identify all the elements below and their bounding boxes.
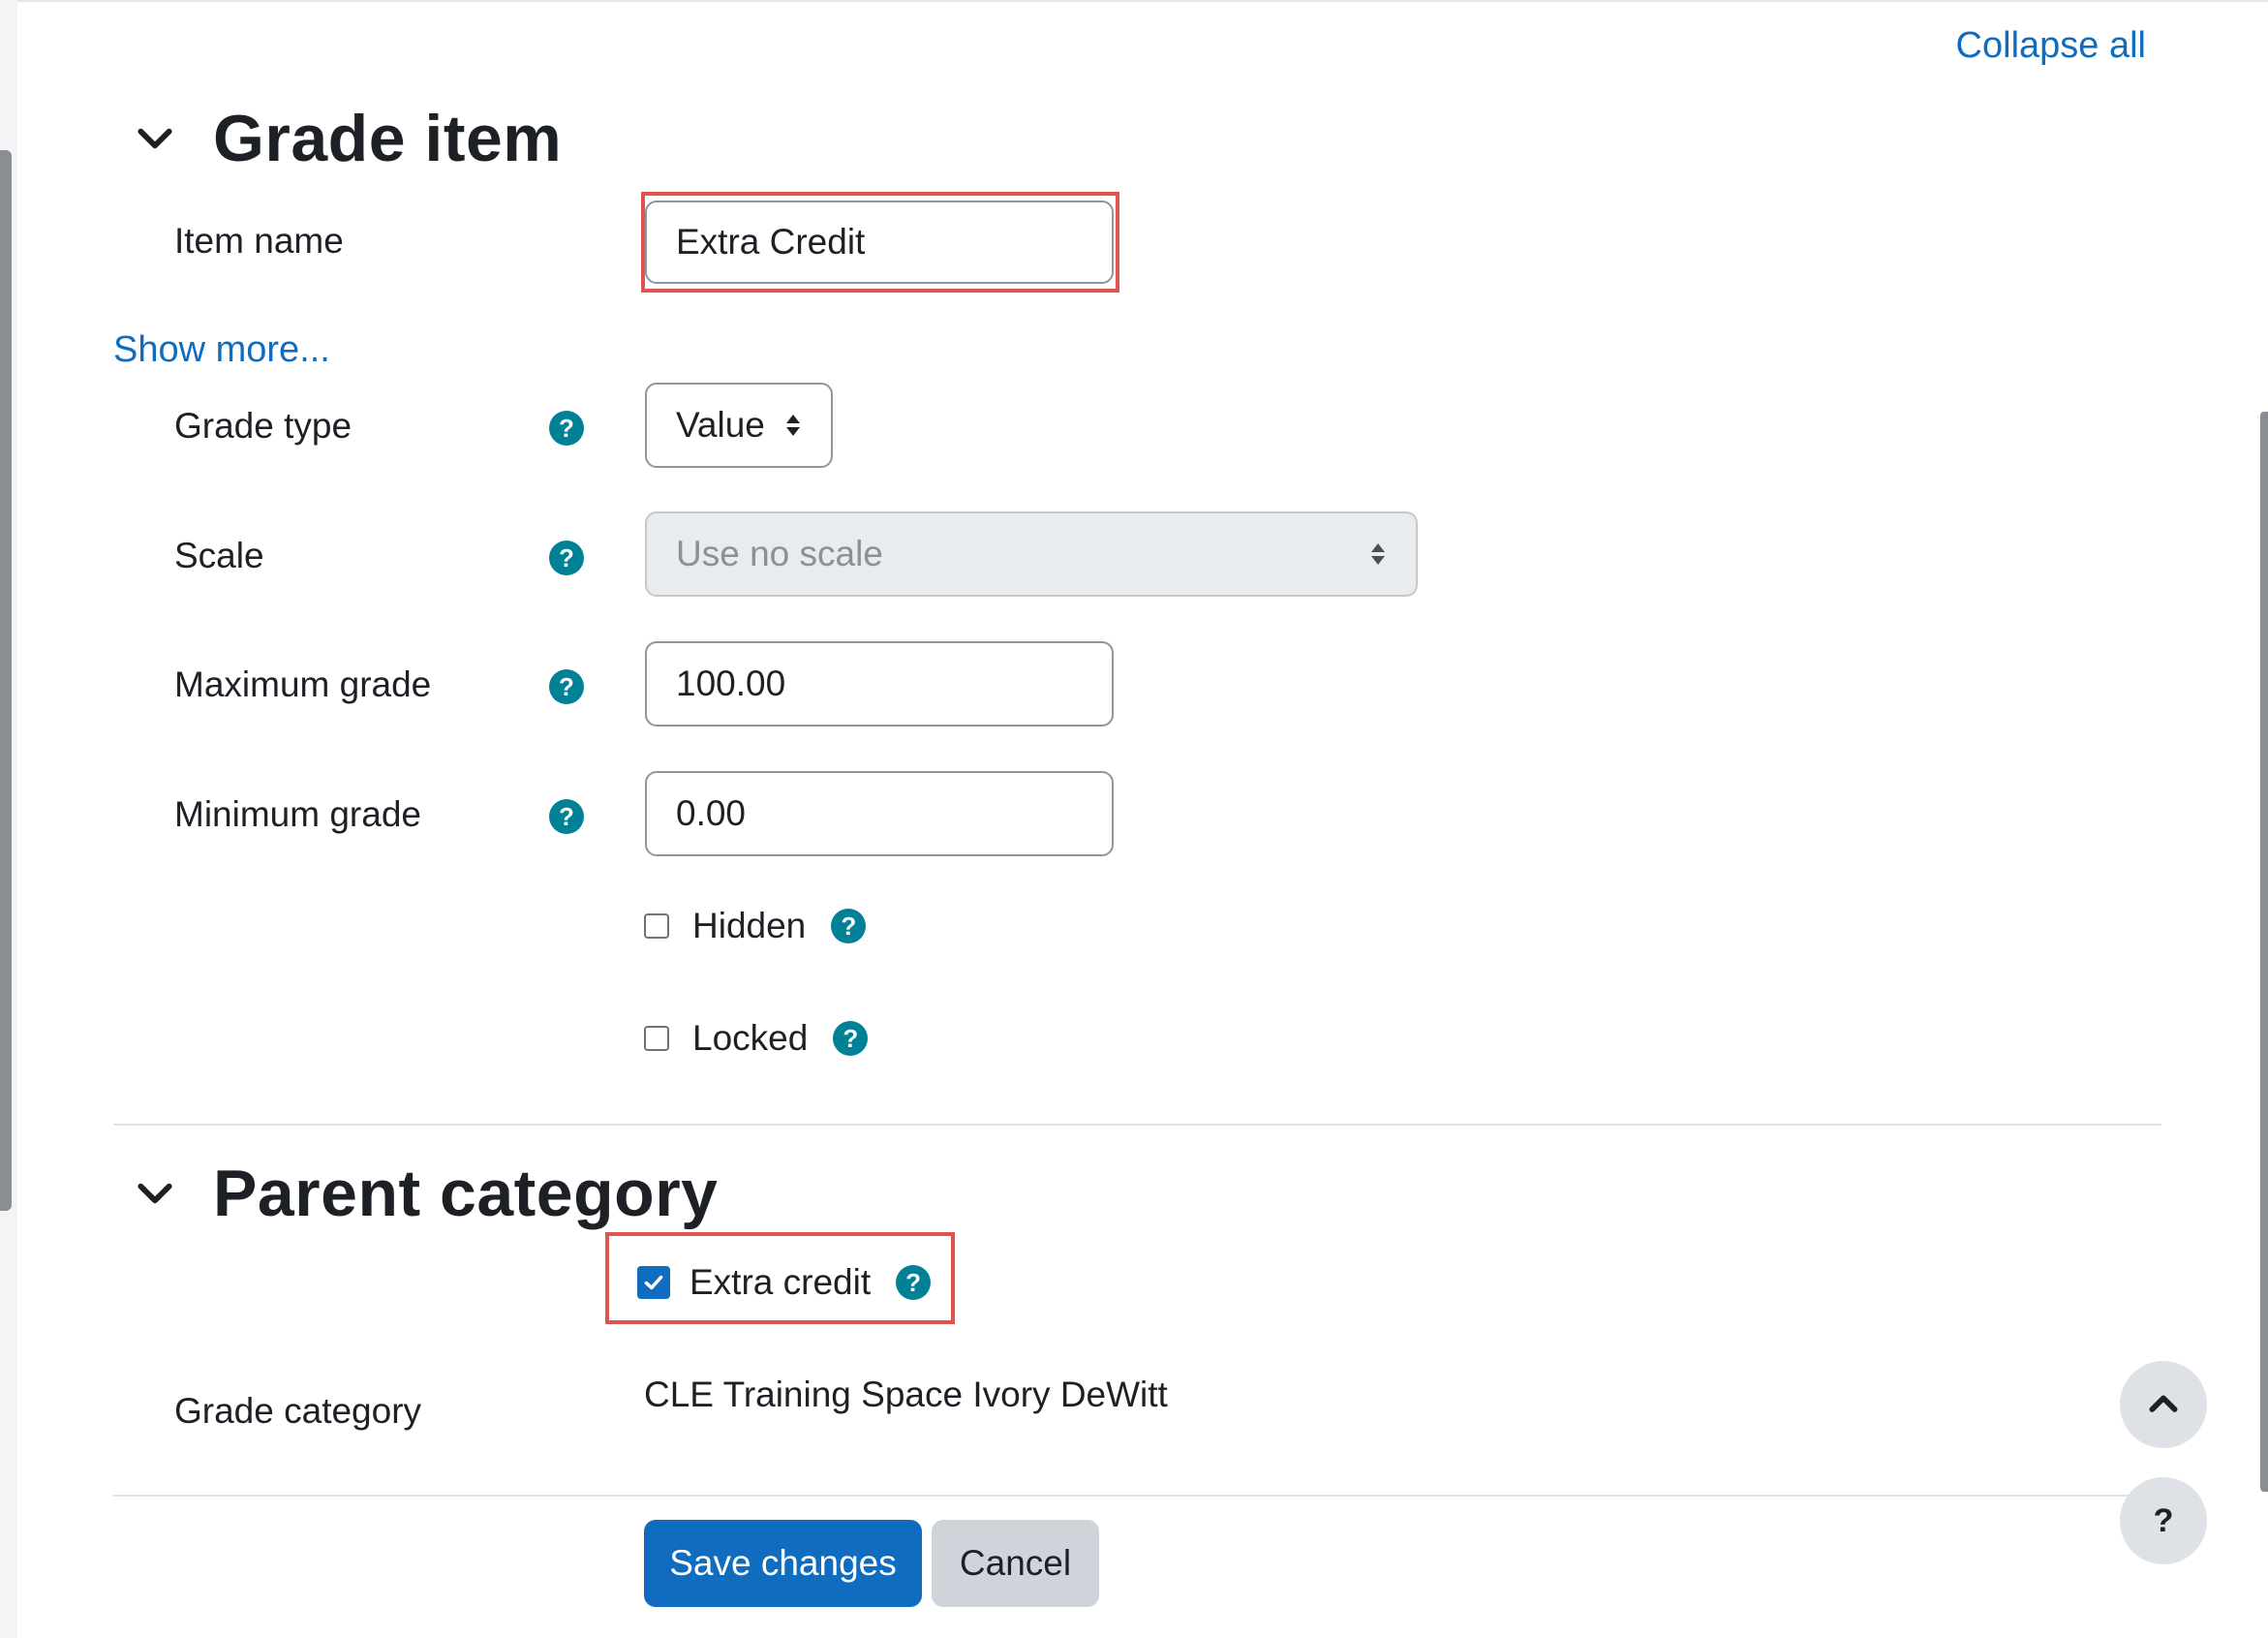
sort-arrows-icon bbox=[786, 415, 800, 436]
page-scrollbar[interactable] bbox=[2260, 412, 2268, 1492]
chevron-down-icon[interactable] bbox=[134, 1172, 176, 1215]
locked-option: Locked ? bbox=[644, 1018, 869, 1059]
extra-credit-checkbox[interactable] bbox=[637, 1266, 670, 1299]
collapse-all-link[interactable]: Collapse all bbox=[1956, 25, 2146, 67]
back-to-top-button[interactable] bbox=[2120, 1361, 2207, 1448]
question-icon: ? bbox=[2153, 1501, 2174, 1539]
top-border bbox=[17, 0, 2268, 2]
minimum-grade-label: Minimum grade bbox=[174, 794, 421, 834]
cancel-button[interactable]: Cancel bbox=[932, 1520, 1099, 1607]
scale-help-icon[interactable]: ? bbox=[549, 541, 584, 575]
minimum-grade-help-icon[interactable]: ? bbox=[549, 799, 584, 834]
page-help-button[interactable]: ? bbox=[2120, 1477, 2207, 1564]
chevron-up-icon bbox=[2149, 1395, 2178, 1412]
form-footer-divider bbox=[113, 1495, 2161, 1497]
hidden-checkbox[interactable] bbox=[644, 913, 669, 939]
extra-credit-label: Extra credit bbox=[690, 1262, 872, 1302]
locked-label: Locked bbox=[692, 1018, 809, 1058]
scale-label: Scale bbox=[174, 536, 264, 575]
hidden-help-icon[interactable]: ? bbox=[831, 909, 867, 943]
show-more-link[interactable]: Show more... bbox=[113, 329, 330, 371]
scale-value: Use no scale bbox=[676, 534, 883, 573]
locked-checkbox[interactable] bbox=[644, 1026, 669, 1051]
grade-type-help-icon[interactable]: ? bbox=[549, 411, 584, 446]
hidden-label: Hidden bbox=[692, 906, 807, 945]
parent-category-header: Parent category bbox=[134, 1156, 718, 1231]
section-title-grade-item: Grade item bbox=[213, 102, 563, 175]
maximum-grade-label: Maximum grade bbox=[174, 664, 432, 704]
extra-credit-option: Extra credit ? bbox=[637, 1262, 932, 1303]
sort-arrows-icon bbox=[1371, 543, 1385, 565]
minimum-grade-input[interactable]: 0.00 bbox=[645, 771, 1114, 856]
save-changes-button[interactable]: Save changes bbox=[644, 1520, 922, 1607]
section-divider bbox=[113, 1124, 2161, 1126]
grade-item-header: Grade item bbox=[134, 101, 562, 176]
item-name-input[interactable]: Extra Credit bbox=[645, 201, 1114, 284]
locked-help-icon[interactable]: ? bbox=[833, 1021, 869, 1056]
section-title-parent-category: Parent category bbox=[213, 1157, 719, 1230]
grade-category-label: Grade category bbox=[174, 1391, 422, 1431]
grade-type-select[interactable]: Value bbox=[645, 383, 833, 468]
scale-select: Use no scale bbox=[645, 511, 1418, 597]
grade-type-label: Grade type bbox=[174, 406, 352, 446]
extra-credit-help-icon[interactable]: ? bbox=[896, 1265, 932, 1300]
maximum-grade-input[interactable]: 100.00 bbox=[645, 641, 1114, 726]
chevron-down-icon[interactable] bbox=[134, 117, 176, 160]
grade-type-value: Value bbox=[676, 405, 765, 445]
maximum-grade-help-icon[interactable]: ? bbox=[549, 669, 584, 704]
left-scrollbar[interactable] bbox=[0, 150, 12, 1211]
checkmark-icon bbox=[644, 1275, 663, 1290]
item-name-label: Item name bbox=[174, 221, 344, 261]
grade-category-value: CLE Training Space Ivory DeWitt bbox=[644, 1375, 1168, 1414]
hidden-option: Hidden ? bbox=[644, 906, 867, 946]
